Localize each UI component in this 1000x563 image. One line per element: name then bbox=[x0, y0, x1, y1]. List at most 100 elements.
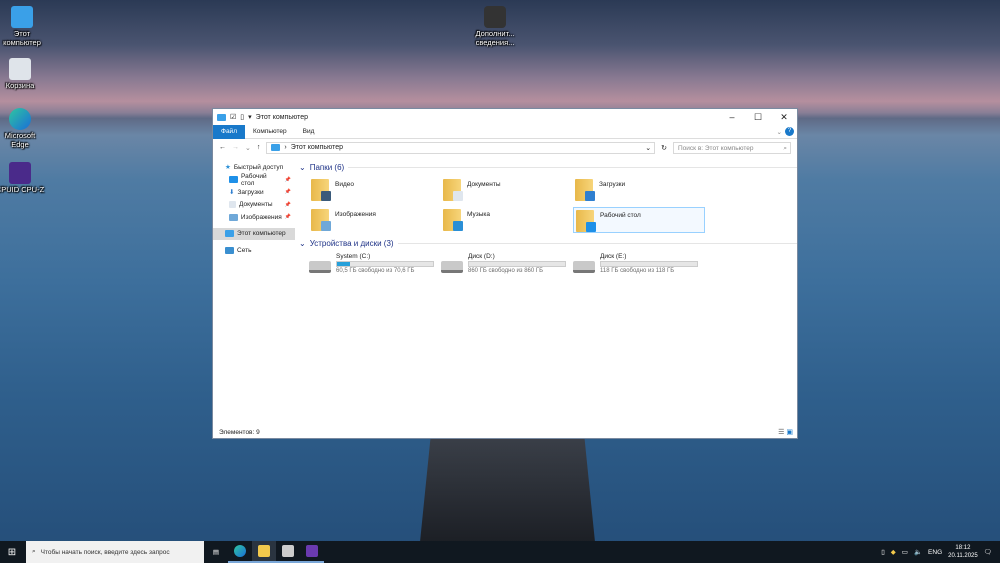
desktop-icon-extra-info[interactable]: Дополнит... сведения... bbox=[470, 6, 520, 47]
nav-quick-access[interactable]: ★ Быстрый доступ bbox=[213, 161, 295, 174]
drive-item[interactable]: Диск (D:) 860 ГБ свободно из 860 ГБ bbox=[441, 253, 573, 279]
folder-item[interactable]: Музыка bbox=[441, 207, 573, 233]
drive-icon bbox=[573, 261, 595, 273]
language-indicator[interactable]: ENG bbox=[928, 549, 942, 556]
tab-file[interactable]: Файл bbox=[213, 124, 245, 139]
recent-dropdown-icon[interactable]: ⌄ bbox=[245, 144, 251, 152]
forward-icon[interactable]: → bbox=[232, 144, 239, 151]
volume-icon[interactable]: 🔈 bbox=[914, 548, 922, 556]
ribbon: Файл Компьютер Вид ⌄ ? bbox=[213, 124, 797, 139]
wallpaper-pier bbox=[420, 438, 595, 542]
drive-item[interactable]: System (C:) 60,5 ГБ свободно из 70,6 ГБ bbox=[309, 253, 441, 279]
new-folder-icon[interactable]: ▯ bbox=[240, 113, 244, 121]
system-tray: ▯ ◆ ▭ 🔈 ENG 18:12 20.11.2025 🗨 bbox=[881, 544, 1000, 560]
drive-usage-bar bbox=[600, 261, 698, 267]
large-icons-view-icon[interactable]: ▣ bbox=[786, 429, 793, 436]
nav-downloads[interactable]: ⬇ Загрузки 📌 bbox=[213, 186, 295, 199]
content-pane: ⌄ Папки (6) Видео Документы Загрузки Изображ… bbox=[299, 161, 797, 431]
network-icon[interactable]: ▭ bbox=[902, 548, 908, 556]
desktop-icon-edge[interactable]: Microsoft Edge bbox=[0, 108, 45, 149]
folder-item[interactable]: Документы bbox=[441, 177, 573, 203]
close-button[interactable]: ✕ bbox=[771, 112, 797, 123]
maximize-button[interactable]: ☐ bbox=[745, 112, 771, 123]
task-view-button[interactable]: ▤ bbox=[204, 541, 228, 563]
nav-documents[interactable]: Документы 📌 bbox=[213, 199, 295, 212]
search-input[interactable]: Поиск в: Этот компьютер ⌕ bbox=[673, 141, 791, 154]
search-icon: ⌕ bbox=[783, 144, 787, 152]
desktop-icon-label: Корзина bbox=[5, 81, 35, 90]
desktop-icon-this-pc[interactable]: Этот компьютер bbox=[0, 6, 47, 47]
pin-icon: 📌 bbox=[284, 214, 291, 221]
properties-icon[interactable]: ☑ bbox=[230, 113, 236, 121]
folders-group-header[interactable]: ⌄ Папки (6) bbox=[299, 161, 797, 173]
folder-item[interactable]: Рабочий стол bbox=[573, 207, 705, 233]
folder-icon bbox=[311, 179, 331, 201]
desktop-icon-cpuz[interactable]: CPUID CPU-Z bbox=[0, 162, 45, 195]
tab-view[interactable]: Вид bbox=[295, 125, 323, 139]
desktop-icon-recycle-bin[interactable]: Корзина bbox=[0, 58, 45, 91]
drive-icon bbox=[309, 261, 331, 273]
search-icon: ⌕ bbox=[32, 548, 36, 555]
computer-icon bbox=[271, 144, 281, 151]
drive-name: System (C:) bbox=[336, 253, 371, 260]
address-text: Этот компьютер bbox=[290, 144, 344, 151]
title-bar: ☑ ▯ ▾ Этот компьютер – ☐ ✕ bbox=[213, 109, 797, 125]
drive-name: Диск (D:) bbox=[468, 253, 495, 260]
drive-free-space: 118 ГБ свободно из 118 ГБ bbox=[600, 268, 675, 274]
date: 20.11.2025 bbox=[948, 553, 978, 559]
taskbar-search[interactable]: ⌕ Чтобы начать поиск, введите здесь запро… bbox=[26, 541, 204, 563]
task-view-icon: ▤ bbox=[212, 549, 220, 556]
taskbar-edge[interactable] bbox=[228, 541, 252, 563]
folder-icon bbox=[258, 545, 270, 557]
app-icon bbox=[282, 545, 294, 557]
navigation-pane: ★ Быстрый доступ Рабочий стол 📌 ⬇ Загрузки 📌… bbox=[213, 161, 295, 431]
back-icon[interactable]: ← bbox=[219, 144, 226, 151]
taskbar-file-explorer[interactable] bbox=[252, 541, 276, 563]
drive-free-space: 60,5 ГБ свободно из 70,6 ГБ bbox=[336, 268, 415, 274]
tab-computer[interactable]: Компьютер bbox=[245, 125, 295, 139]
nav-pictures[interactable]: Изображения 📌 bbox=[213, 211, 295, 224]
folder-item[interactable]: Загрузки bbox=[573, 177, 705, 203]
taskbar-cpuz[interactable] bbox=[300, 541, 324, 563]
download-icon: ⬇ bbox=[229, 189, 235, 197]
tray-icon[interactable]: ▯ bbox=[881, 548, 885, 556]
desktop-icon-label: CPUID CPU-Z bbox=[0, 185, 45, 194]
taskbar-app[interactable] bbox=[276, 541, 300, 563]
view-toggle[interactable]: ☰ ▣ bbox=[778, 428, 793, 436]
nav-label: Этот компьютер bbox=[237, 230, 286, 238]
help-icon[interactable]: ? bbox=[785, 127, 794, 136]
drive-usage-bar bbox=[336, 261, 434, 267]
address-bar[interactable]: › Этот компьютер ⌄ bbox=[266, 141, 656, 154]
folder-name: Музыка bbox=[467, 211, 490, 218]
desktop-icon-label: Дополнит... сведения... bbox=[475, 29, 515, 47]
folder-item[interactable]: Изображения bbox=[309, 207, 441, 233]
drives-group-header[interactable]: ⌄ Устройства и диски (3) bbox=[299, 237, 797, 249]
nav-desktop[interactable]: Рабочий стол 📌 bbox=[213, 173, 295, 187]
chevron-down-icon: ⌄ bbox=[299, 162, 306, 172]
start-button[interactable]: ⊞ bbox=[0, 541, 24, 563]
cpuz-icon bbox=[306, 545, 318, 557]
security-icon[interactable]: ◆ bbox=[891, 548, 896, 556]
refresh-icon[interactable]: ↻ bbox=[661, 144, 667, 152]
desktop-icon bbox=[229, 176, 238, 184]
edge-icon bbox=[9, 108, 31, 130]
folder-name: Видео bbox=[335, 181, 354, 188]
notifications-icon[interactable]: 🗨 bbox=[984, 548, 992, 556]
ribbon-expand-icon[interactable]: ⌄ bbox=[777, 128, 782, 136]
details-view-icon[interactable]: ☰ bbox=[778, 429, 784, 436]
network-icon bbox=[225, 246, 234, 254]
address-dropdown-icon[interactable]: ⌄ bbox=[645, 144, 654, 152]
pin-icon: 📌 bbox=[284, 189, 291, 196]
clock[interactable]: 18:12 20.11.2025 bbox=[948, 544, 978, 560]
folder-icon bbox=[576, 210, 596, 232]
minimize-button[interactable]: – bbox=[719, 112, 745, 123]
nav-this-pc[interactable]: Этот компьютер bbox=[213, 227, 295, 240]
drive-item[interactable]: Диск (E:) 118 ГБ свободно из 118 ГБ bbox=[573, 253, 705, 279]
folders-grid: Видео Документы Загрузки Изображения Музыка Р… bbox=[299, 177, 797, 233]
drive-usage-bar bbox=[468, 261, 566, 267]
folder-item[interactable]: Видео bbox=[309, 177, 441, 203]
quick-access-dropdown-icon[interactable]: ▾ bbox=[248, 113, 252, 121]
up-icon[interactable]: ↑ bbox=[257, 144, 261, 151]
nav-network[interactable]: Сеть bbox=[213, 244, 295, 257]
address-row: ← → ⌄ ↑ › Этот компьютер ⌄ ↻ Поиск в: Эт… bbox=[213, 139, 797, 156]
